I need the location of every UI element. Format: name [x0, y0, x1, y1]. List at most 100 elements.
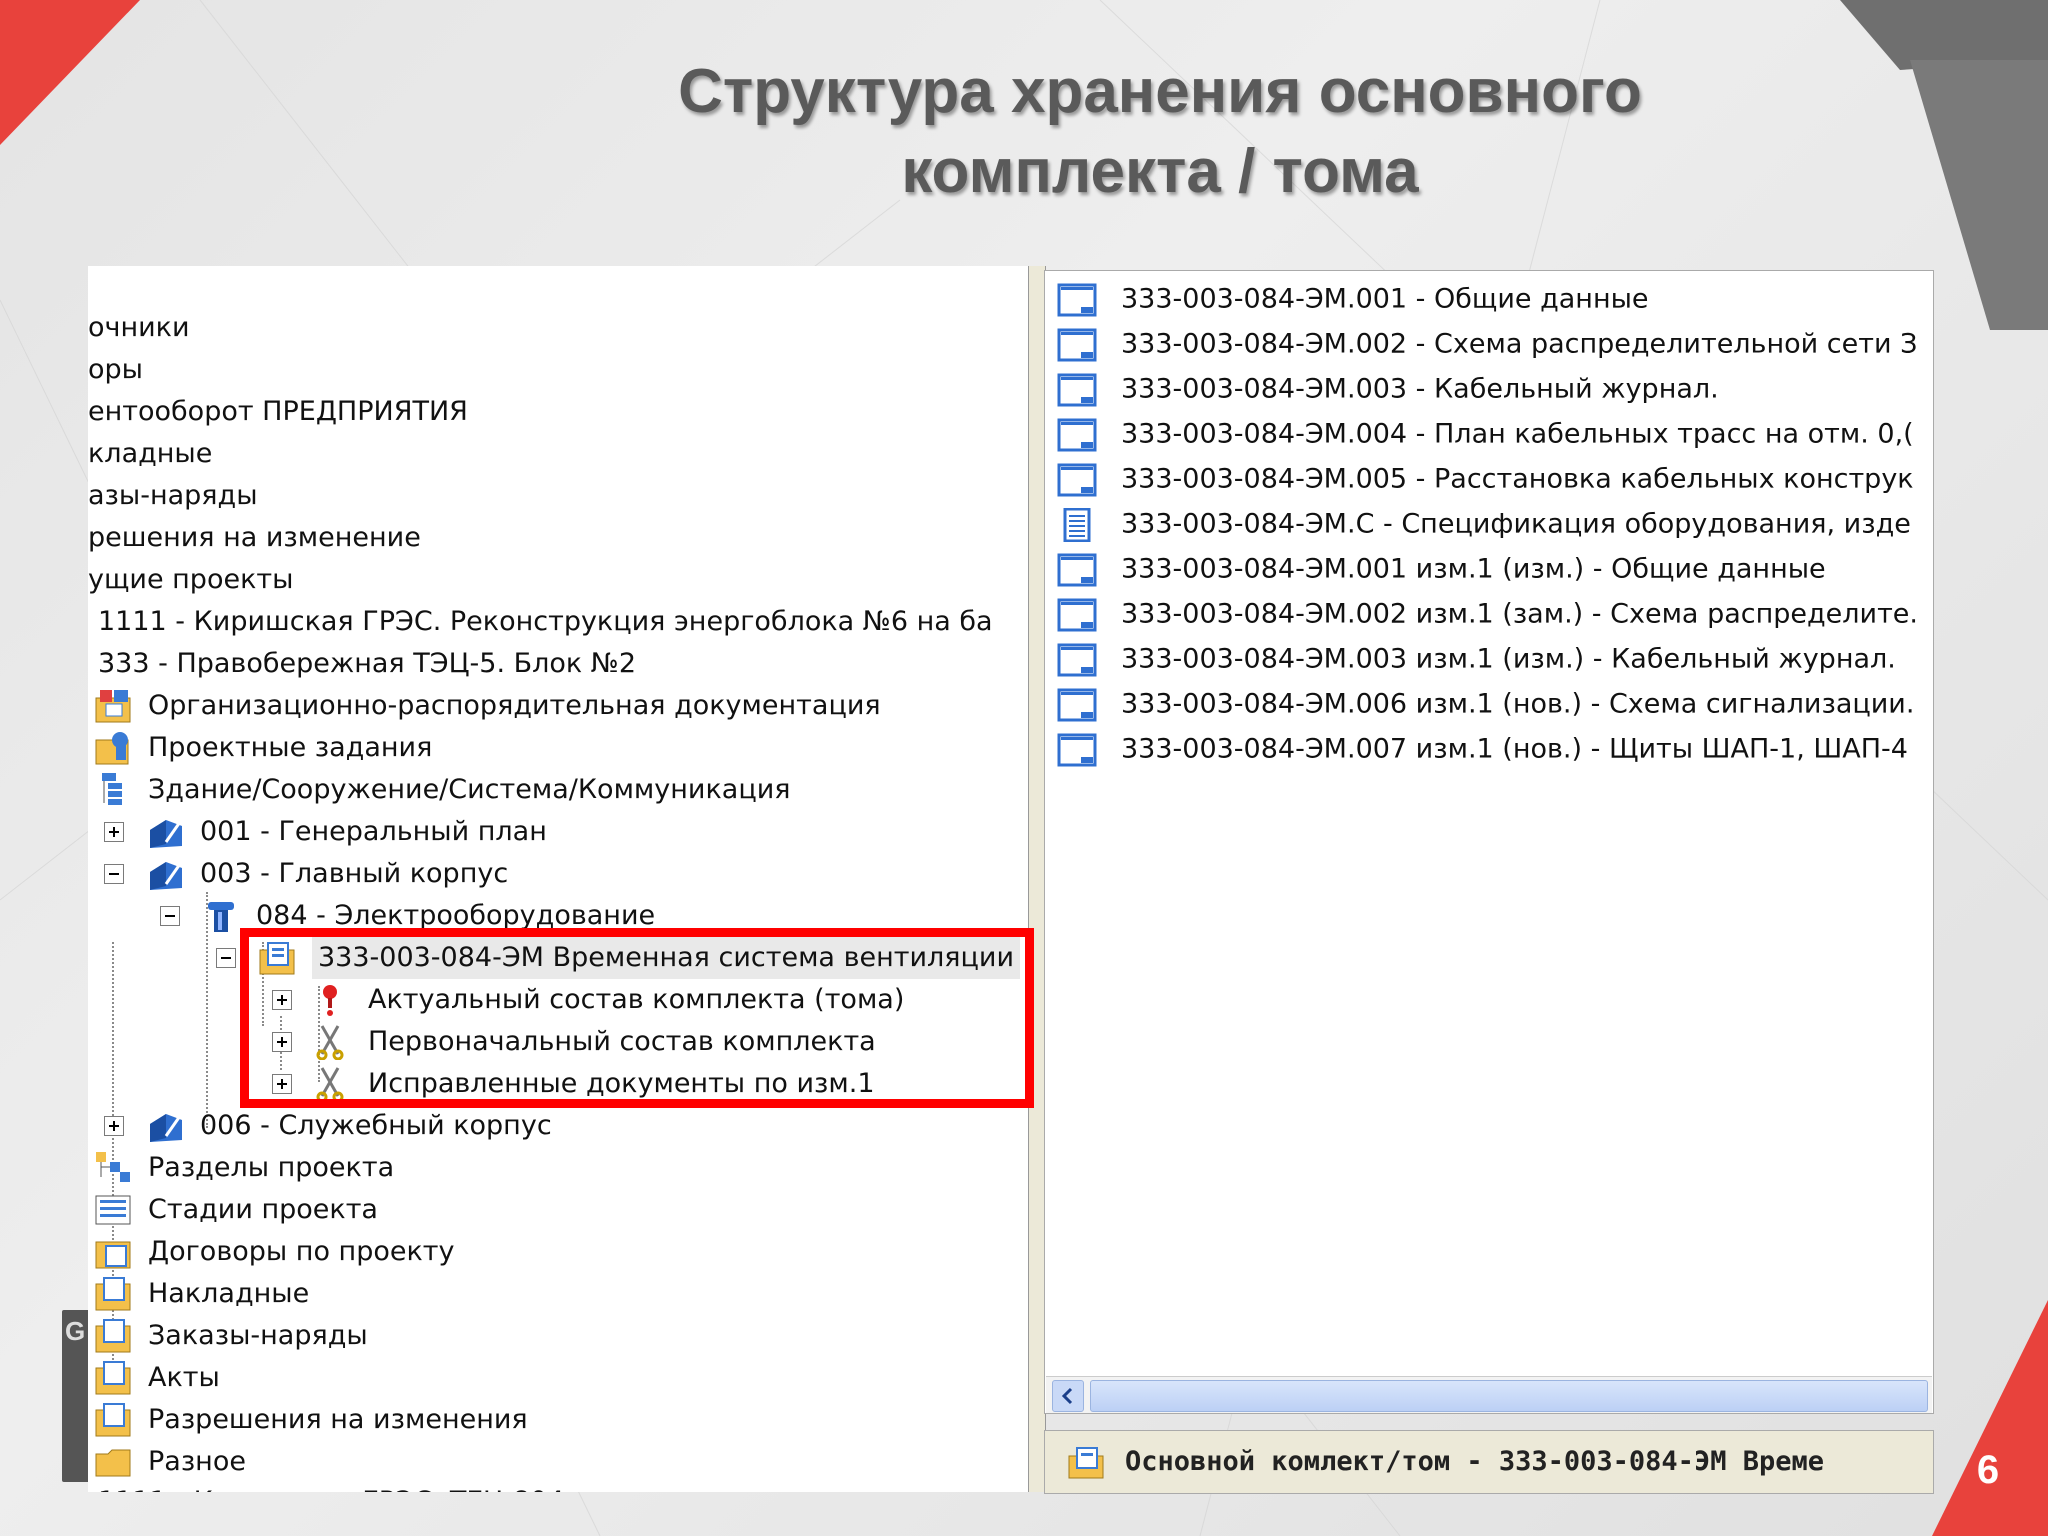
- system-icon: [208, 901, 234, 932]
- tree-item-label: 001 - Генеральный план: [200, 815, 547, 847]
- drawing-icon: [1057, 373, 1097, 406]
- volume-icon: [1068, 1446, 1104, 1478]
- sections-icon: [96, 1151, 130, 1182]
- document-label: 333-003-084-ЭМ.005 - Расстановка кабельн…: [1121, 463, 1914, 495]
- collapse-toggle[interactable]: [216, 947, 236, 968]
- tree-item-project-1111[interactable]: 1111 - Киришская ГРЭС. Реконструкция эне…: [98, 600, 993, 642]
- document-item[interactable]: 333-003-084-ЭМ.007 изм.1 (нов.) - Щиты Ш…: [1057, 728, 1908, 770]
- expand-toggle[interactable]: [104, 1115, 124, 1136]
- tree-item-label: азы-наряды: [88, 479, 258, 511]
- status-bar: Основной комлект/том - 333-003-084-ЭМ Вр…: [1044, 1430, 1934, 1494]
- tree-item-service-building[interactable]: 006 - Служебный корпус: [104, 1104, 552, 1146]
- document-label: 333-003-084-ЭМ.001 - Общие данные: [1121, 283, 1649, 315]
- highlight-frame: [240, 928, 1034, 1108]
- tree-item[interactable]: ентооборот ПРЕДПРИЯТИЯ: [88, 390, 468, 432]
- org-docs-icon: [95, 689, 131, 722]
- slide-title: Структура хранения основного комплекта /…: [560, 52, 1760, 212]
- tree-item-sections[interactable]: Разделы проекта: [94, 1146, 394, 1188]
- tree-item-tasks[interactable]: Проектные задания: [94, 726, 432, 768]
- tree-item-label: Разделы проекта: [148, 1151, 395, 1183]
- slide-number: 6: [1976, 1448, 2000, 1492]
- tree-item-misc[interactable]: Разное: [94, 1440, 246, 1482]
- tree-item-acts[interactable]: Акты: [94, 1356, 220, 1398]
- tree-item-label: Стадии проекта: [148, 1193, 378, 1225]
- document-item[interactable]: 333-003-084-ЭМ.003 изм.1 (изм.) - Кабель…: [1057, 638, 1896, 680]
- drawing-icon: [1057, 328, 1097, 361]
- tree-item-label: Накладные: [148, 1277, 310, 1309]
- tree-item[interactable]: очники: [88, 306, 190, 348]
- tree-item-work-orders[interactable]: Заказы-наряды: [94, 1314, 368, 1356]
- tree-item-label: ущие проекты: [88, 563, 294, 595]
- tree-item[interactable]: ущие проекты: [88, 558, 293, 600]
- tree-item-genplan[interactable]: 001 - Генеральный план: [104, 810, 547, 852]
- tree-item[interactable]: решения на изменение: [88, 516, 421, 558]
- tree-item-label: решения на изменение: [88, 521, 421, 553]
- tree-item-label: оры: [88, 353, 143, 385]
- tree-item-label: Разрешения на изменения: [148, 1403, 528, 1435]
- document-list-panel: 333-003-084-ЭМ.001 - Общие данные 333-00…: [1044, 270, 1934, 1414]
- tree-item-main-building[interactable]: 003 - Главный корпус: [104, 852, 508, 894]
- building-icon: [150, 861, 182, 890]
- tree-item-label: Акты: [148, 1361, 220, 1393]
- spec-icon: [1063, 507, 1091, 542]
- title-line-2: комплекта / тома: [901, 137, 1419, 206]
- document-label: 333-003-084-ЭМ.001 изм.1 (изм.) - Общие …: [1121, 553, 1826, 585]
- document-label: 333-003-084-ЭМ.002 - Схема распределител…: [1121, 328, 1918, 360]
- tree-item[interactable]: оры: [88, 348, 143, 390]
- red-corner-bottom-right: [1932, 1300, 2048, 1536]
- document-label: 333-003-084-ЭМ.С - Спецификация оборудов…: [1121, 508, 1911, 540]
- document-item[interactable]: 333-003-084-ЭМ.003 - Кабельный журнал.: [1057, 368, 1719, 410]
- collapse-toggle[interactable]: [104, 863, 124, 884]
- gray-corner-top-right: [1840, 0, 2048, 70]
- scrollbar-thumb[interactable]: [1090, 1380, 1928, 1412]
- building-icon: [150, 819, 182, 848]
- tree-item-label: 1111 - Киришская ГРЭС. Реконструкция эне…: [98, 605, 993, 637]
- document-label: 333-003-084-ЭМ.003 изм.1 (изм.) - Кабель…: [1121, 643, 1896, 675]
- drawing-icon: [1057, 553, 1097, 586]
- tree-item-label: ентооборот ПРЕДПРИЯТИЯ: [88, 395, 468, 427]
- tree-item-label: Организационно-распорядительная документ…: [148, 689, 881, 721]
- tree-item-project-1111-tgn[interactable]: 1111 - Киришская ГРЭС. ТГН-804: [98, 1480, 564, 1493]
- document-label: 333-003-084-ЭМ.002 изм.1 (зам.) - Схема …: [1121, 598, 1919, 630]
- title-line-1: Структура хранения основного: [678, 57, 1642, 126]
- folder-docs-icon: [95, 1241, 131, 1268]
- tree-item-change-permits[interactable]: Разрешения на изменения: [94, 1398, 528, 1440]
- drawing-icon: [1057, 688, 1097, 721]
- document-item[interactable]: 333-003-084-ЭМ.006 изм.1 (нов.) - Схема …: [1057, 683, 1914, 725]
- tasks-icon: [95, 731, 129, 764]
- tree-item[interactable]: кладные: [88, 432, 212, 474]
- horizontal-scrollbar[interactable]: [1046, 1376, 1932, 1413]
- tree-item[interactable]: азы-наряды: [88, 474, 258, 516]
- tree-item-label: Проектные задания: [148, 731, 433, 763]
- drawing-icon: [1057, 643, 1097, 676]
- tree-item-label: Здание/Сооружение/Система/Коммуникация: [148, 773, 791, 805]
- document-item[interactable]: 333-003-084-ЭМ.002 изм.1 (зам.) - Схема …: [1057, 593, 1918, 635]
- building-icon: [150, 1113, 182, 1142]
- tree-item-stages[interactable]: Стадии проекта: [94, 1188, 378, 1230]
- tree-item-label: Заказы-наряды: [148, 1319, 368, 1351]
- drawing-icon: [1057, 598, 1097, 631]
- collapse-toggle[interactable]: [160, 905, 180, 926]
- document-label: 333-003-084-ЭМ.003 - Кабельный журнал.: [1121, 373, 1719, 405]
- document-item[interactable]: 333-003-084-ЭМ.001 изм.1 (изм.) - Общие …: [1057, 548, 1826, 590]
- tree-item-contracts[interactable]: Договоры по проекту: [94, 1230, 454, 1272]
- status-text: Основной комлект/том - 333-003-084-ЭМ Вр…: [1125, 1446, 1824, 1477]
- scroll-left-button[interactable]: [1052, 1380, 1084, 1412]
- document-item[interactable]: 333-003-084-ЭМ.005 - Расстановка кабельн…: [1057, 458, 1914, 500]
- chevron-left-icon: [1061, 1387, 1073, 1405]
- red-corner-top-left: [0, 0, 140, 145]
- structure-icon: [102, 772, 122, 805]
- tree-item-invoices[interactable]: Накладные: [94, 1272, 309, 1314]
- document-item[interactable]: 333-003-084-ЭМ.004 - План кабельных трас…: [1057, 413, 1914, 455]
- document-item[interactable]: 333-003-084-ЭМ.С - Спецификация оборудов…: [1057, 503, 1911, 545]
- document-item[interactable]: 333-003-084-ЭМ.002 - Схема распределител…: [1057, 323, 1917, 365]
- expand-toggle[interactable]: [104, 821, 124, 842]
- tree-item-structure[interactable]: Здание/Сооружение/Система/Коммуникация: [94, 768, 791, 810]
- project-tree-panel: очники оры ентооборот ПРЕДПРИЯТИЯ кладны…: [88, 266, 1028, 1492]
- tree-item-label: 333 - Правобережная ТЭЦ-5. Блок №2: [98, 647, 637, 679]
- tree-item-label: Разное: [148, 1445, 246, 1477]
- folder-docs-icon: [95, 1318, 131, 1352]
- tree-item-project-333[interactable]: 333 - Правобережная ТЭЦ-5. Блок №2: [98, 642, 636, 684]
- tree-item-org-docs[interactable]: Организационно-распорядительная документ…: [94, 684, 881, 726]
- document-item[interactable]: 333-003-084-ЭМ.001 - Общие данные: [1057, 278, 1649, 320]
